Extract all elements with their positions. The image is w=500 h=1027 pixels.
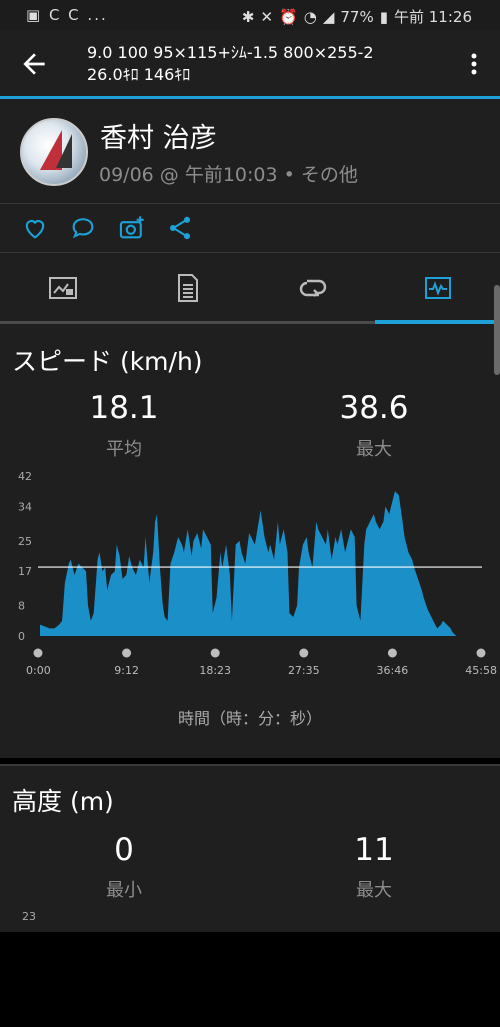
speed-chart[interactable]: 0 8 17 25 34 42 0:00 9:12 18:23 27:35 36:46 45:58 <box>0 464 500 704</box>
notification-icons: ▣ C C ... <box>26 6 108 24</box>
tab-laps[interactable] <box>250 253 375 323</box>
title-line-2: 26.0ｷﾛ 146ｷﾛ <box>87 65 191 84</box>
altitude-min-value: 0 <box>114 832 134 868</box>
status-right: ✱ ✕ ⏰ ◔ ◢ 77% ▮ 午前 11:26 <box>242 6 472 27</box>
y-tick-label: 0 <box>18 630 25 643</box>
heart-icon[interactable] <box>21 214 49 242</box>
details-tab-icon <box>177 274 198 302</box>
status-bar: ▣ C C ... ✱ ✕ ⏰ ◔ ◢ 77% ▮ 午前 11:26 <box>0 0 500 30</box>
altitude-title: 高度 (m) <box>12 787 114 816</box>
x-tick-marker <box>299 648 309 658</box>
signal-icon: ◢ <box>322 7 335 26</box>
y-tick-label: 34 <box>18 500 32 513</box>
scrollbar[interactable] <box>494 285 500 375</box>
altitude-card: 高度 (m) 0 最小 11 最大 23 <box>0 766 500 932</box>
speed-max-value: 38.6 <box>339 390 409 426</box>
clock: 午前 11:26 <box>394 8 472 26</box>
x-axis-title: 時間（時：分：秒） <box>177 709 322 728</box>
x-tick-label: 9:12 <box>114 664 139 677</box>
app-toolbar: 9.0 100 95×115+ｼﾑ-1.5 800×255-2 26.0ｷﾛ 1… <box>0 30 500 96</box>
share-icon[interactable] <box>166 214 194 242</box>
x-tick-marker <box>122 648 132 658</box>
x-tick-label: 18:23 <box>199 664 231 677</box>
altitude-max-value: 11 <box>354 832 394 868</box>
x-tick-label: 0:00 <box>26 664 51 677</box>
altitude-max-label: 最大 <box>356 880 392 901</box>
speed-avg-value: 18.1 <box>89 390 159 426</box>
avatar[interactable] <box>20 118 88 186</box>
activity-title: 9.0 100 95×115+ｼﾑ-1.5 800×255-2 26.0ｷﾛ 1… <box>87 42 374 86</box>
camera-add-icon[interactable] <box>118 214 146 242</box>
charts-tab-icon <box>424 277 451 299</box>
battery-icon: ▮ <box>379 7 388 26</box>
alarm-icon: ⏰ <box>279 7 298 26</box>
user-name[interactable]: 香村 治彦 <box>100 116 217 155</box>
bluetooth-icon: ✱ <box>241 7 255 26</box>
x-tick-marker <box>387 648 397 658</box>
summary-tab-icon <box>48 277 77 299</box>
laps-tab-icon <box>299 279 326 297</box>
x-tick-label: 27:35 <box>288 664 320 677</box>
title-line-1: 9.0 100 95×115+ｼﾑ-1.5 800×255-2 <box>87 43 374 62</box>
more-vert-icon[interactable] <box>464 50 484 78</box>
y-tick-label: 42 <box>18 470 32 483</box>
speed-max-label: 最大 <box>356 439 392 460</box>
y-tick-label: 25 <box>18 535 32 548</box>
tab-charts[interactable] <box>375 253 500 323</box>
y-tick-label: 17 <box>18 565 32 578</box>
activity-datetime: 09/06 @ 午前10:03 • その他 <box>99 164 358 186</box>
mute-icon: ✕ <box>260 7 274 26</box>
altitude-min-label: 最小 <box>106 880 142 901</box>
x-tick-marker <box>210 648 220 658</box>
x-tick-label: 45:58 <box>465 664 497 677</box>
wifi-icon: ◔ <box>303 7 317 26</box>
activity-tabs <box>0 253 500 323</box>
speed-avg-label: 平均 <box>106 439 142 460</box>
tab-details[interactable] <box>125 253 250 323</box>
x-tick-marker <box>476 648 486 658</box>
action-bar <box>0 204 500 252</box>
x-tick-label: 36:46 <box>377 664 409 677</box>
speed-series-area <box>40 491 481 636</box>
speed-title: スピード (km/h) <box>12 347 203 376</box>
battery-percent: 77% <box>340 7 374 26</box>
comment-icon[interactable] <box>69 214 97 242</box>
altitude-y-tick: 23 <box>22 910 36 923</box>
speed-card: スピード (km/h) 18.1 平均 38.6 最大 0 8 17 25 34 42 0… <box>0 324 500 758</box>
x-tick-marker <box>33 648 43 658</box>
tab-summary[interactable] <box>0 253 125 323</box>
back-arrow-icon[interactable] <box>18 48 50 80</box>
activity-header: 香村 治彦 09/06 @ 午前10:03 • その他 <box>0 99 500 203</box>
y-tick-label: 8 <box>18 600 25 613</box>
